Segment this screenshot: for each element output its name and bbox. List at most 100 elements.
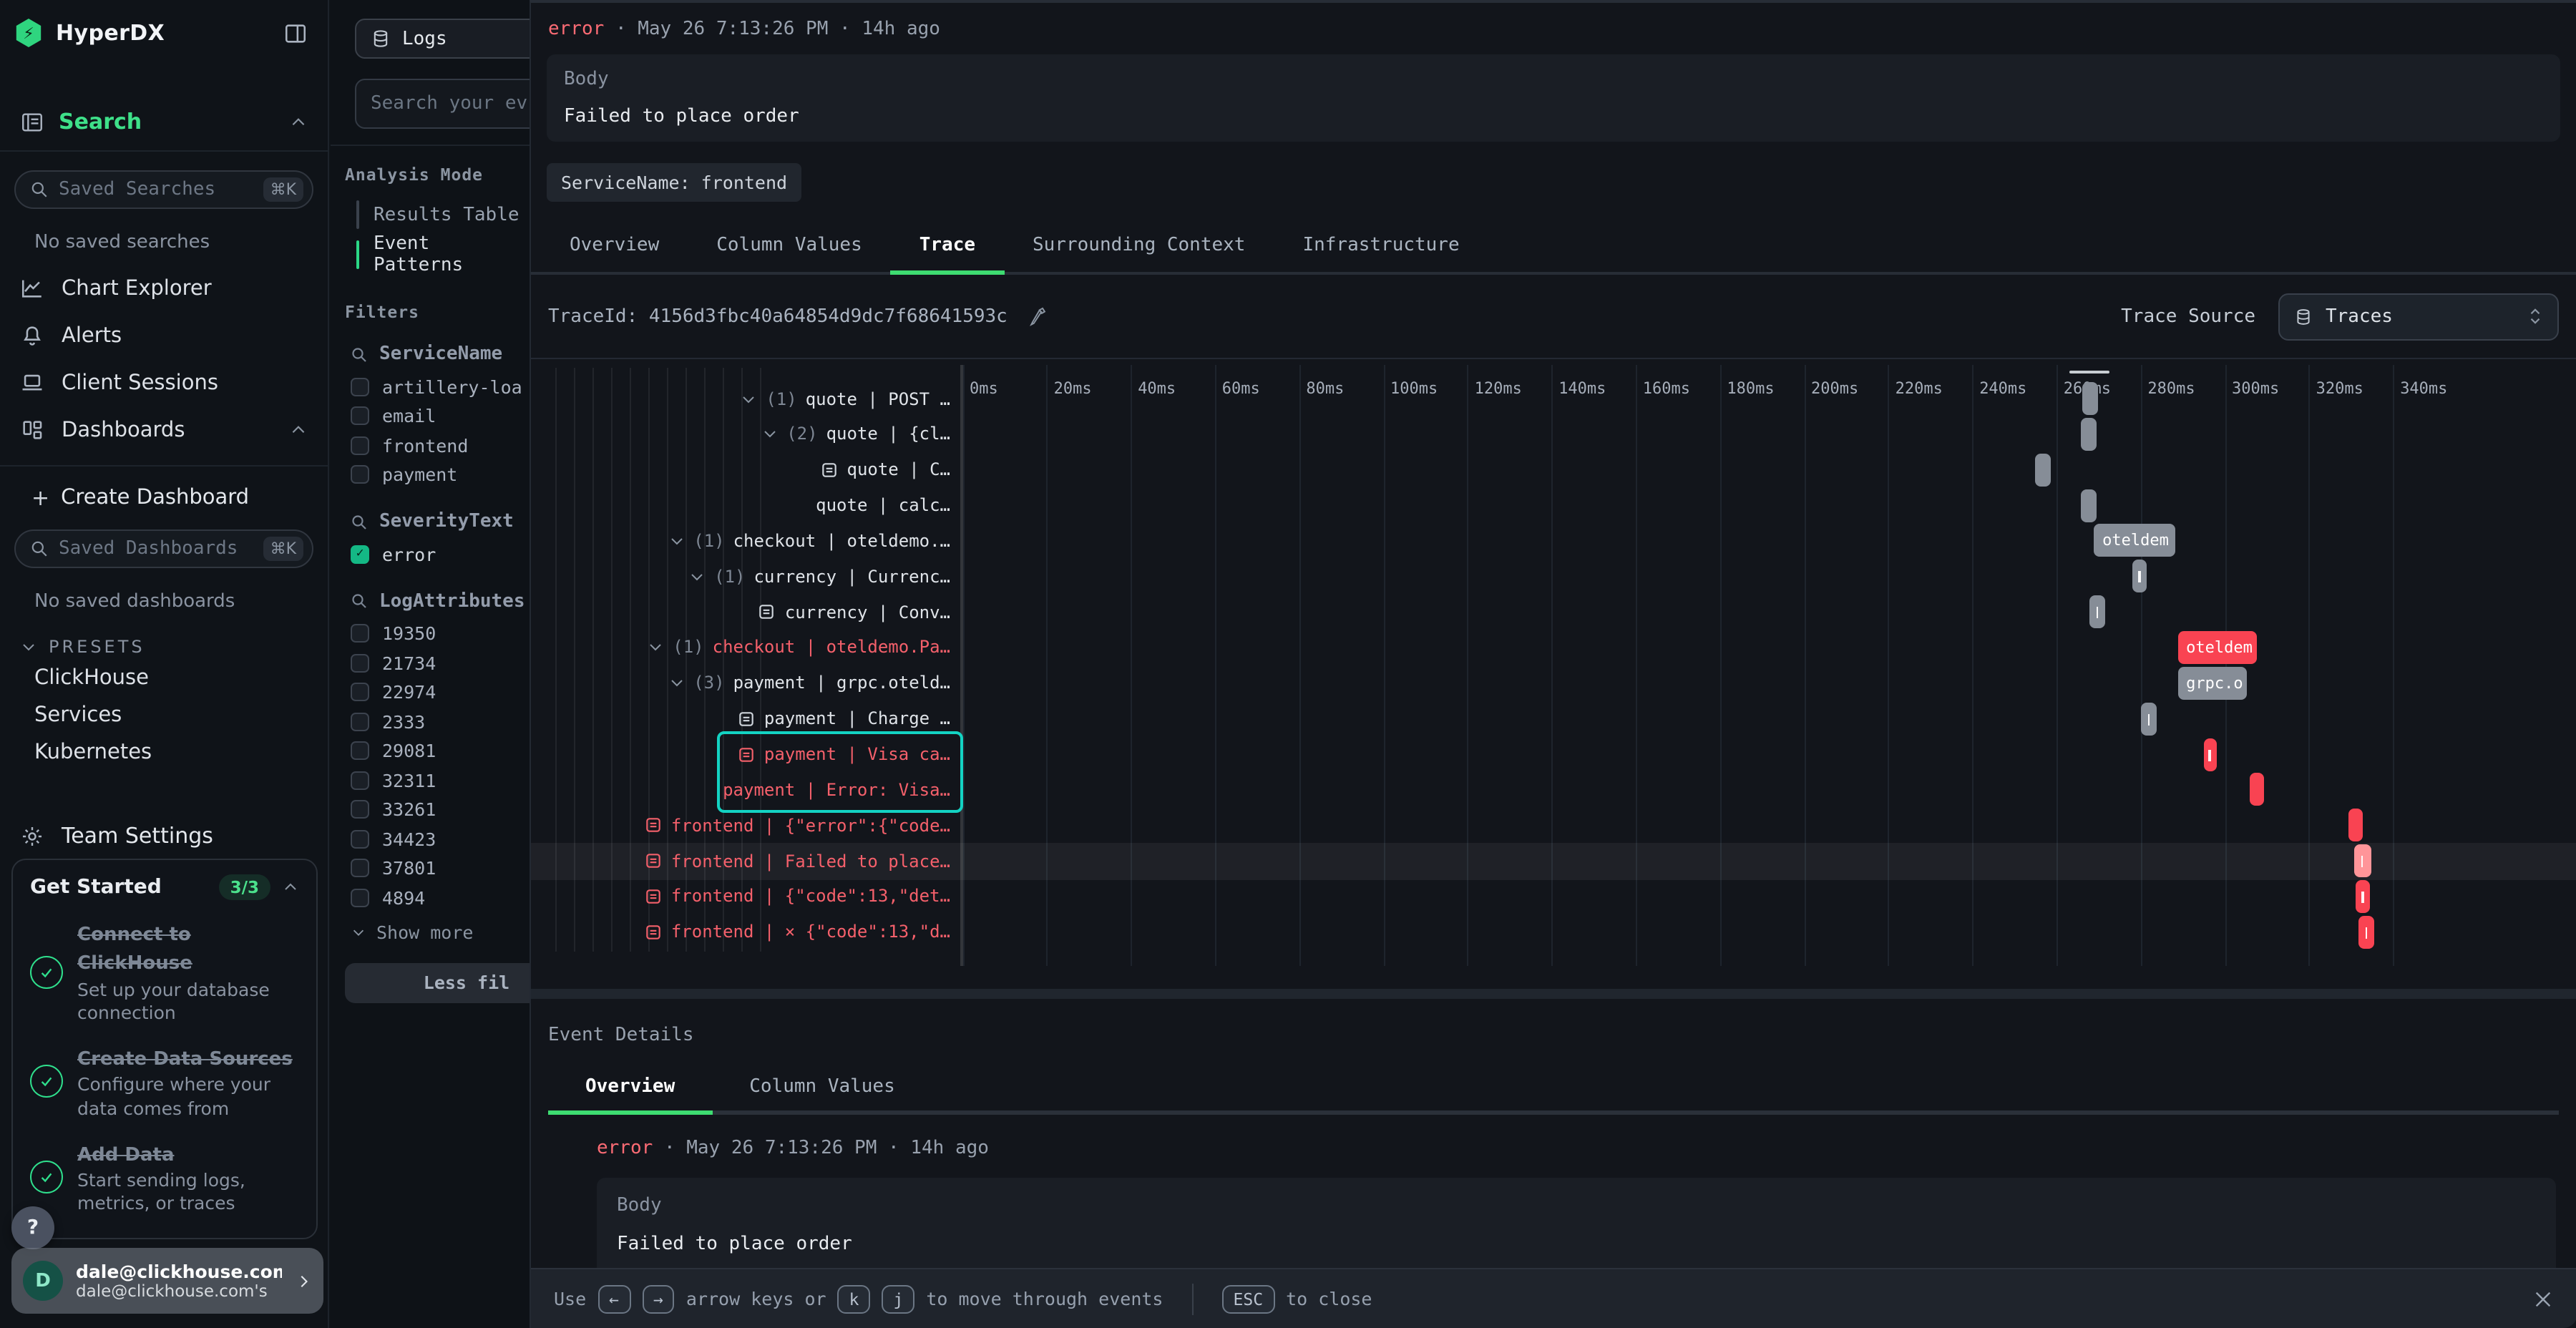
chevron-down-icon[interactable] xyxy=(668,675,685,692)
filter-option-37801[interactable]: 37801 xyxy=(351,854,530,883)
filter-group-logattributes[interactable]: LogAttributes xyxy=(351,590,530,612)
checkbox[interactable] xyxy=(351,830,369,849)
filter-option-34423[interactable]: 34423 xyxy=(351,824,530,854)
checkbox[interactable] xyxy=(351,654,369,673)
chevron-down-icon[interactable] xyxy=(668,532,685,550)
sidebar-preset-kubernetes[interactable]: Kubernetes xyxy=(0,734,328,771)
filter-option-payment[interactable]: payment xyxy=(351,460,530,489)
scrollbar-track[interactable] xyxy=(531,988,2576,998)
span-duration-bar[interactable] xyxy=(2082,382,2099,415)
span-duration-bar[interactable] xyxy=(2036,453,2051,486)
checkbox[interactable] xyxy=(351,625,369,643)
span-duration-bar[interactable] xyxy=(2081,489,2097,522)
chevron-up-icon[interactable] xyxy=(282,879,299,896)
span-row[interactable]: currency | Conv… xyxy=(758,595,950,629)
service-name-tag[interactable]: ServiceName: frontend xyxy=(547,163,801,202)
checkbox[interactable] xyxy=(351,378,369,396)
viewport-indicator[interactable] xyxy=(2069,370,2109,373)
sidebar-section-search[interactable]: Search xyxy=(0,93,328,150)
checkbox[interactable] xyxy=(351,801,369,819)
saved-dashboards-input[interactable]: Saved Dashboards ⌘K xyxy=(14,529,313,568)
tab-overview[interactable]: Overview xyxy=(541,222,688,275)
create-dashboard-button[interactable]: + Create Dashboard xyxy=(31,485,328,511)
tab-infrastructure[interactable]: Infrastructure xyxy=(1274,222,1488,275)
span-duration-bar[interactable] xyxy=(2356,880,2370,913)
span-duration-bar[interactable] xyxy=(2348,809,2363,841)
filter-group-severitytext[interactable]: SeverityText xyxy=(351,511,530,532)
presets-toggle[interactable]: PRESETS xyxy=(20,637,328,657)
span-duration-bar[interactable] xyxy=(2354,844,2371,877)
tab-surrounding-context[interactable]: Surrounding Context xyxy=(1004,222,1274,275)
get-started-step[interactable]: Create Data Sources Configure where your… xyxy=(30,1043,299,1120)
filter-option-29081[interactable]: 29081 xyxy=(351,736,530,766)
sidebar-item-chart-explorer[interactable]: Chart Explorer xyxy=(0,265,328,312)
edit-pencil-icon[interactable] xyxy=(1028,306,1048,326)
event-details-tab-overview[interactable]: Overview xyxy=(548,1064,712,1114)
sidebar-item-alerts[interactable]: Alerts xyxy=(0,312,328,359)
kbd-k[interactable]: k xyxy=(838,1284,871,1313)
analysis-mode-results-table[interactable]: Results Table xyxy=(356,196,530,233)
checkbox[interactable] xyxy=(351,683,369,702)
filter-option-19350[interactable]: 19350 xyxy=(351,619,530,648)
checkbox[interactable] xyxy=(351,859,369,878)
span-duration-bar[interactable]: oteldem xyxy=(2094,524,2176,557)
show-more-toggle[interactable]: Show more xyxy=(351,921,530,942)
trace-source-select[interactable]: Traces xyxy=(2278,293,2559,340)
span-duration-bar[interactable] xyxy=(2089,595,2105,628)
sidebar-item-dashboards[interactable]: Dashboards xyxy=(0,406,328,454)
sidebar-preset-clickhouse[interactable]: ClickHouse xyxy=(0,660,328,697)
collapse-sidebar-icon[interactable] xyxy=(283,21,308,45)
checkbox[interactable] xyxy=(351,889,369,907)
filter-option-2333[interactable]: 2333 xyxy=(351,707,530,736)
span-row[interactable]: (3)payment | grpc.oteld… xyxy=(668,666,950,700)
checkbox[interactable] xyxy=(351,742,369,761)
chevron-down-icon[interactable] xyxy=(688,568,706,585)
close-icon[interactable] xyxy=(2532,1287,2555,1310)
span-duration-bar[interactable]: grpc.o xyxy=(2177,667,2247,700)
span-duration-bar[interactable] xyxy=(2132,560,2147,593)
filter-option-4894[interactable]: 4894 xyxy=(351,883,530,912)
sidebar-item-team-settings[interactable]: Team Settings xyxy=(0,809,328,863)
span-row[interactable]: (1)checkout | oteldemo.… xyxy=(668,524,950,558)
span-duration-bar[interactable]: oteldem xyxy=(2177,631,2258,664)
sidebar-item-client-sessions[interactable]: Client Sessions xyxy=(0,359,328,406)
span-duration-bar[interactable] xyxy=(2141,702,2157,735)
event-details-tab-column-values[interactable]: Column Values xyxy=(712,1064,932,1114)
saved-searches-input[interactable]: Saved Searches ⌘K xyxy=(14,170,313,209)
filter-group-servicename[interactable]: ServiceName xyxy=(351,343,530,365)
checkbox[interactable] xyxy=(351,771,369,790)
kbd-arrow-left[interactable]: ← xyxy=(597,1284,630,1313)
tab-trace[interactable]: Trace xyxy=(891,222,1004,275)
span-row[interactable]: frontend | {"error":{"code… xyxy=(644,808,950,842)
kbd-esc[interactable]: ESC xyxy=(1222,1284,1275,1313)
filter-option-email[interactable]: email xyxy=(351,401,530,431)
chevron-down-icon[interactable] xyxy=(647,639,664,656)
span-duration-bar[interactable] xyxy=(2358,916,2374,949)
filter-option-error[interactable]: ✓error xyxy=(351,540,530,569)
kbd-arrow-right[interactable]: → xyxy=(642,1284,675,1313)
kbd-j[interactable]: j xyxy=(882,1284,914,1313)
span-row[interactable]: (1)quote | POST … xyxy=(740,381,950,416)
span-row[interactable]: frontend | × {"code":13,"d… xyxy=(644,915,950,949)
span-duration-bar[interactable] xyxy=(2203,738,2217,771)
tab-column-values[interactable]: Column Values xyxy=(688,222,891,275)
filter-option-21734[interactable]: 21734 xyxy=(351,648,530,678)
span-row[interactable]: (1)currency | Currenc… xyxy=(688,560,950,594)
filter-option-frontend[interactable]: frontend xyxy=(351,431,530,460)
span-row[interactable]: frontend | {"code":13,"det… xyxy=(644,879,950,914)
checkbox[interactable] xyxy=(351,407,369,426)
span-duration-bar[interactable] xyxy=(2250,773,2265,806)
get-started-step[interactable]: Connect to ClickHouse Set up your databa… xyxy=(30,919,299,1025)
checkbox[interactable] xyxy=(351,713,369,731)
span-row[interactable]: quote | C… xyxy=(820,452,951,487)
checkbox[interactable]: ✓ xyxy=(351,545,369,564)
filter-option-artillery-loa[interactable]: artillery-loa xyxy=(351,372,530,401)
filter-option-22974[interactable]: 22974 xyxy=(351,678,530,707)
get-started-step[interactable]: Add Data Start sending logs, metrics, or… xyxy=(30,1139,299,1216)
checkbox[interactable] xyxy=(351,466,369,484)
chevron-down-icon[interactable] xyxy=(761,426,778,443)
span-row[interactable]: quote | calc… xyxy=(816,488,950,522)
help-button[interactable]: ? xyxy=(11,1206,54,1249)
span-duration-bar[interactable] xyxy=(2081,418,2097,451)
span-row[interactable]: (2)quote | {cl… xyxy=(761,417,950,451)
